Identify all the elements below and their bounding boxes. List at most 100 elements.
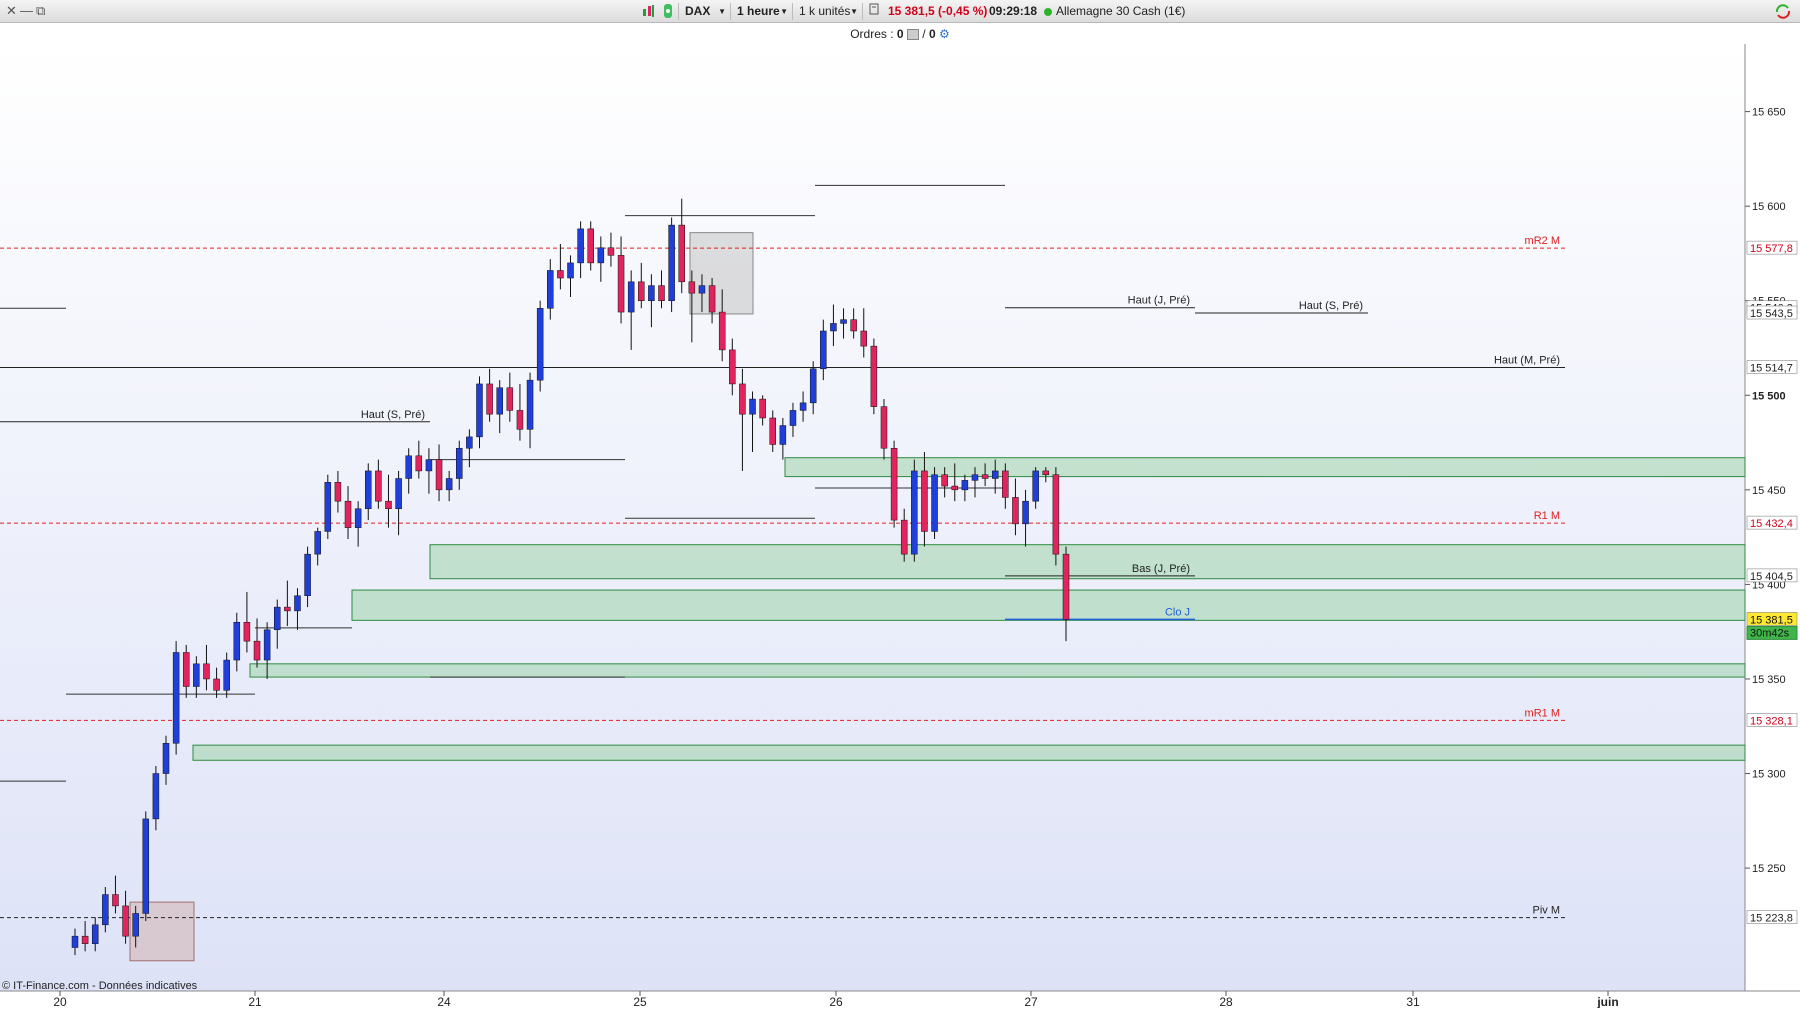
price-tag-label: 15 543,5 [1750,308,1793,320]
restore-window-icon[interactable]: ⧉ [36,3,45,19]
symbol-selector[interactable]: DAX ▼ [678,3,730,20]
highlight-box [129,901,195,962]
candle-body [931,474,938,532]
x-tick-label: 25 [633,995,647,1008]
candle-body [213,678,220,691]
candle-body [749,398,756,415]
plot-background [0,44,1745,991]
candle-body [729,349,736,385]
x-tick-label: 26 [829,995,843,1008]
copyright-text: © IT-Finance.com - Données indicatives [2,980,198,992]
candle-body [1042,470,1050,475]
symbol-label: DAX [685,4,711,18]
candle-body [162,743,170,774]
candle-body [779,425,787,445]
chevron-down-icon: ▼ [780,7,788,16]
candle-body [911,470,918,555]
pending-count: 0 [928,27,936,41]
level-label: mR2 M [1525,235,1560,247]
orders-icon[interactable] [906,29,919,41]
candle-body [132,913,139,937]
chart-canvas[interactable]: mR2 M R1 M mR1 M Piv M Haut (M, Pré) Haut (J,… [0,44,1800,1009]
candle-body [890,447,898,521]
settings-gear-icon[interactable]: ⚙ [939,27,950,41]
candle-body [405,455,412,479]
candle-body [172,652,180,744]
candle-body [981,474,989,479]
refresh-icon[interactable] [1774,3,1792,20]
indicator-icon[interactable] [661,3,675,20]
chevron-down-icon: ▼ [850,7,858,16]
candle-body [617,255,625,313]
support-zone [249,663,1746,678]
candle-body [516,410,524,430]
candle-body [799,402,807,411]
price-tag-label: 15 328,1 [1750,715,1793,727]
candle-body [314,531,321,555]
candle-body [941,474,948,487]
candle-body [567,262,574,279]
candle-body [951,485,959,491]
x-tick-label: 31 [1406,995,1420,1008]
last-quote: 15 381,5 (-0,45 %) [888,4,988,18]
candle-body [415,455,423,472]
orders-count: 0 [896,27,904,41]
y-tick-label: 15 650 [1752,107,1786,119]
candle-body [445,478,453,491]
level-label: Bas (J, Pré) [1132,563,1190,575]
candle-body [1052,474,1060,555]
candle-body [273,606,281,631]
candle-body [769,417,776,445]
chevron-down-icon: ▼ [718,7,726,16]
price-tag-label: 15 514,7 [1750,362,1793,374]
minimize-window-icon[interactable]: — [20,3,33,18]
candle-body [971,474,979,481]
units-selector[interactable]: 1 k unités ▼ [792,3,862,20]
level-label: mR1 M [1525,707,1560,719]
level-label: Piv M [1533,905,1561,917]
candle-body [900,519,908,555]
candle-body [223,659,230,691]
x-tick-label: 28 [1219,995,1233,1008]
candle-body [425,459,433,472]
info-icon[interactable] [862,3,884,20]
candle-body [698,285,706,294]
close-window-icon[interactable]: ✕ [6,3,17,19]
candle-body [395,478,402,510]
candle-body [91,924,99,944]
candle-body [324,482,332,532]
candle-body [203,663,210,680]
candle-body [344,500,352,528]
candle-body [789,410,797,426]
candle-body [870,345,878,407]
x-tick-label: 27 [1024,995,1038,1008]
price-tag-label: 15 432,4 [1750,518,1793,530]
price-chart[interactable]: mR2 M R1 M mR1 M Piv M Haut (M, Pré) Haut (J,… [0,44,1800,1009]
timeframe-selector[interactable]: 1 heure ▼ [730,3,792,20]
candle-body [476,383,483,438]
candle-body [557,270,564,279]
candle-body [71,935,79,948]
candle-body [577,228,584,264]
countdown-label: 30m42s [1750,627,1790,639]
y-tick-label: 15 500 [1752,390,1786,402]
chart-type-icon[interactable] [641,3,657,20]
candle-body [547,270,554,309]
y-tick-label: 15 250 [1752,863,1786,875]
candle-body [718,311,726,351]
level-label: Haut (S, Pré) [1299,300,1363,312]
candle-body [688,281,696,294]
candle-body [304,553,311,597]
candle-body [860,330,868,347]
candle-body [607,247,615,256]
candle-body [840,319,847,324]
candle-body [658,285,665,301]
candle-body [385,500,392,510]
candle-body [506,387,514,411]
candle-body [486,383,493,415]
x-tick-label: juin [1596,995,1618,1008]
y-tick-label: 15 450 [1752,485,1786,497]
candle-body [708,285,716,313]
y-tick-label: 15 350 [1752,674,1786,686]
candle-body [142,818,150,914]
